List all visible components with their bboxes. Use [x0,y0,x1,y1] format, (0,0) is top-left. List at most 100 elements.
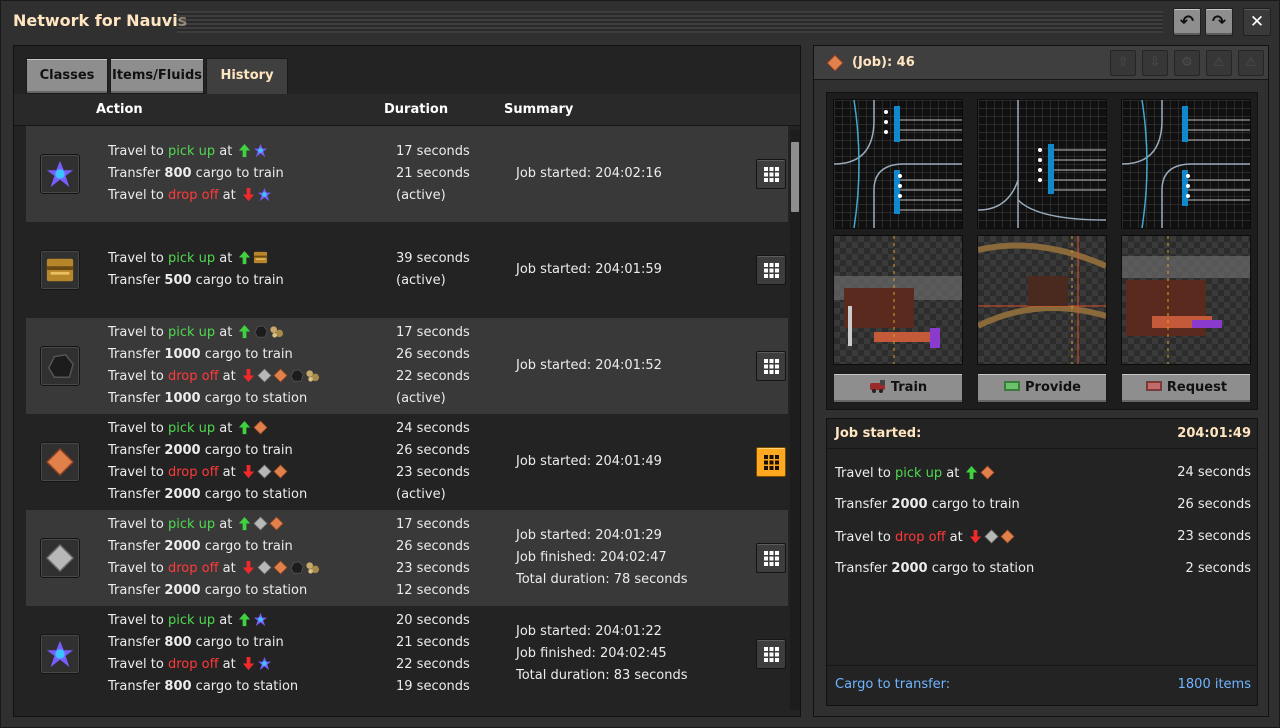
history-panel: Classes Items/Fluids History Action Dura… [13,45,801,717]
duration-value: 17 seconds [396,325,470,340]
action-line: Travel to drop off at [108,654,298,676]
open-details-button[interactable] [756,159,786,189]
train-button[interactable]: Train [833,373,963,403]
travel-prefix: Travel to [108,188,168,203]
rail-map-graphic [833,99,962,229]
transfer-amount: 800 [164,679,192,694]
rotate-right-button[interactable]: ↷ [1205,8,1233,36]
warning-button[interactable]: ⚠ [1206,50,1232,76]
request-button[interactable]: Request [1121,373,1251,403]
pickup-keyword: pick up [167,144,216,159]
stone-icon [305,560,320,575]
history-row[interactable]: Travel to pick up at Transfer 500 cargo … [26,222,788,318]
drag-handle[interactable] [177,11,1163,33]
transfer-prefix: Transfer [108,347,165,362]
open-details-button[interactable] [756,447,786,477]
transfer-suffix: cargo to train [200,347,293,362]
train-icon [869,376,887,393]
arrow-down-icon [241,656,256,671]
duration-value: 23 seconds [396,465,470,480]
history-row[interactable]: Travel to pick up at Transfer 1000 cargo… [26,318,788,414]
copper-plate-icon [273,368,288,383]
travel-at: at [215,613,237,628]
travel-at: at [215,421,237,436]
item-slot[interactable] [40,538,80,578]
job-started-header: Job started: 204:01:49 [827,419,1257,449]
action-list: Travel to pick up at Transfer 800 cargo … [108,141,284,207]
transfer-amount: 2000 [891,561,928,576]
requester-world-view[interactable] [1121,235,1251,365]
stone-icon [305,368,320,383]
requester-map-view[interactable] [1121,99,1251,229]
arrow-down-icon [241,187,256,202]
coal-icon [45,351,75,385]
transfer-prefix: Transfer [108,679,165,694]
train-world-view[interactable] [833,235,963,365]
item-slot[interactable] [40,346,80,386]
stone-icon [269,324,284,339]
dropoff-keyword: drop off [167,657,219,672]
transfer-prefix: Transfer [835,497,892,512]
close-button[interactable]: ✕ [1243,8,1271,36]
rotate-left-button[interactable]: ↶ [1173,8,1201,36]
tab-classes[interactable]: Classes [26,58,108,94]
action-line: Transfer 1000 cargo to train [108,344,320,366]
history-row[interactable]: Travel to pick up at Transfer 800 cargo … [26,606,788,702]
tab-history[interactable]: History [206,58,288,96]
iron-plate-icon [257,464,272,479]
grid-icon [764,647,779,662]
purple-crystal-icon [45,159,75,193]
factory-world-graphic [1122,236,1250,364]
grid-icon [764,359,779,374]
history-row[interactable]: Travel to pick up at Transfer 2000 cargo… [26,510,788,606]
scrollbar-thumb[interactable] [791,142,799,212]
job-info: Job started: 204:01:49 Travel to pick up… [826,418,1258,706]
job-detail-panel: (Job): 46 ⇧ ⇩ ⚙ ⚠ ⚠ Train Provide Reques… [813,45,1269,717]
job-action-row: Transfer 2000 cargo to train 26 seconds [835,497,1251,512]
duration-value: 17 seconds [396,517,470,532]
item-slot[interactable] [40,442,80,482]
provider-world-view[interactable] [976,235,1108,365]
job-started-value: 204:01:49 [1177,426,1251,441]
summary-list: Job started: 204:02:16 [516,163,662,185]
open-details-button[interactable] [756,351,786,381]
open-details-button[interactable] [756,255,786,285]
transfer-suffix: cargo to train [191,166,284,181]
transfer-prefix: Transfer [108,443,165,458]
duration-list: 24 seconds 26 seconds 23 seconds (active) [396,418,470,506]
item-slot[interactable] [40,154,80,194]
travel-prefix: Travel to [835,466,895,481]
arrow-up-icon [237,324,252,339]
alert-button[interactable]: ⚠ [1238,50,1264,76]
open-details-button[interactable] [756,543,786,573]
history-row[interactable]: Travel to pick up at Transfer 800 cargo … [26,126,788,222]
move-down-button[interactable]: ⇩ [1142,50,1168,76]
action-line: Transfer 800 cargo to station [108,676,298,698]
transfer-suffix: cargo to train [200,443,293,458]
action-line: Transfer 500 cargo to train [108,270,284,292]
summary-line: Job started: 204:01:52 [516,358,662,373]
tab-items-fluids[interactable]: Items/Fluids [110,58,204,94]
train-map-view[interactable] [833,99,963,229]
move-up-button[interactable]: ⇧ [1110,50,1136,76]
history-row[interactable]: Travel to pick up at Transfer 2000 cargo… [26,414,788,510]
provider-map-view[interactable] [977,99,1107,229]
job-header: (Job): 46 ⇧ ⇩ ⚙ ⚠ ⚠ [814,46,1268,80]
action-list: Travel to pick up at Transfer 500 cargo … [108,248,284,292]
travel-at: at [215,251,237,266]
arrow-up-icon [237,250,252,265]
scrollbar[interactable] [790,130,800,710]
transfer-amount: 800 [164,635,192,650]
open-details-button[interactable] [756,639,786,669]
item-slot[interactable] [40,634,80,674]
item-slot[interactable] [40,250,80,290]
travel-prefix: Travel to [108,421,168,436]
transfer-suffix: cargo to train [200,539,293,554]
action-line: Travel to pick up at [108,141,284,163]
transfer-prefix: Transfer [108,487,165,502]
provide-button[interactable]: Provide [977,373,1107,403]
request-button-label: Request [1166,380,1228,395]
transfer-prefix: Transfer [108,391,165,406]
gear-button[interactable]: ⚙ [1174,50,1200,76]
dropoff-keyword: drop off [894,530,946,545]
